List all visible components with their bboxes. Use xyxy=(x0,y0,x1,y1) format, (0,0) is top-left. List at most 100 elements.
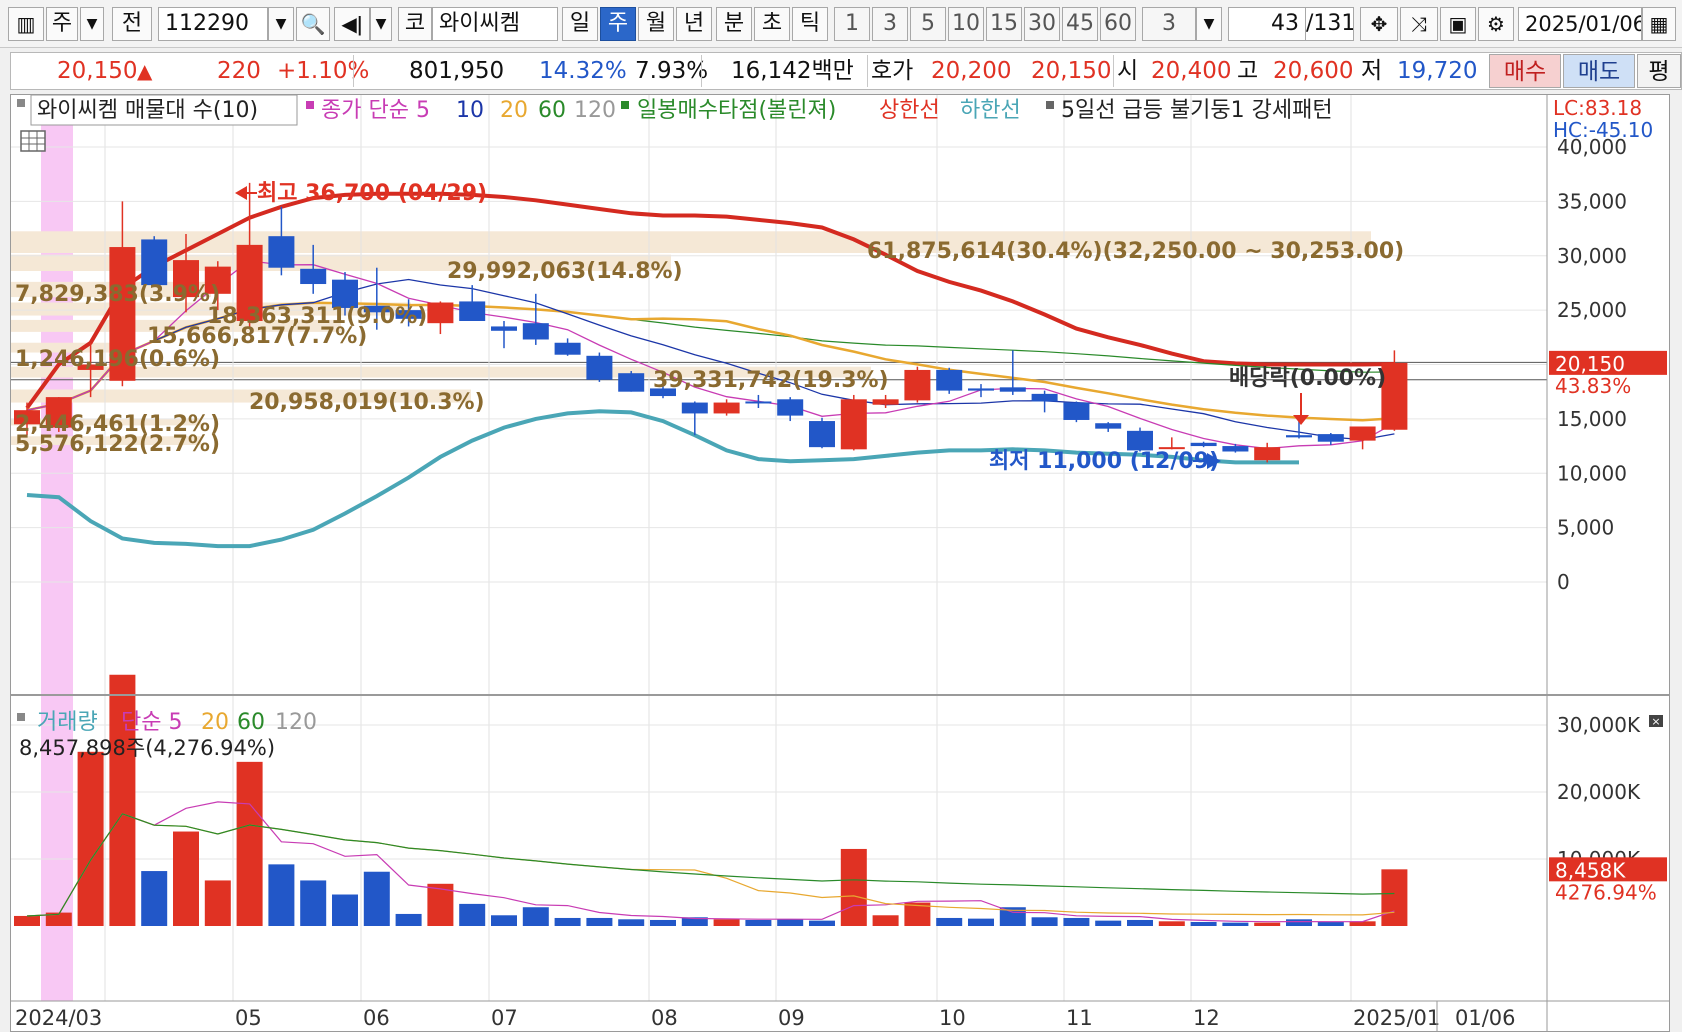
volume-bar[interactable] xyxy=(300,880,327,926)
volume-bar[interactable] xyxy=(1286,919,1312,926)
candle[interactable] xyxy=(1286,435,1312,438)
candle[interactable] xyxy=(840,399,867,450)
volume-bar[interactable] xyxy=(650,919,676,926)
page-current-field[interactable]: 43 xyxy=(1228,7,1306,41)
candle[interactable] xyxy=(268,236,295,268)
volume-bar[interactable] xyxy=(745,919,772,926)
volume-bar[interactable] xyxy=(968,918,994,926)
tab-month[interactable]: 월 xyxy=(638,7,674,41)
speaker-dropdown-icon[interactable]: ▼ xyxy=(370,7,392,41)
candle[interactable] xyxy=(1349,426,1376,441)
candle[interactable] xyxy=(1190,442,1217,447)
volume-bar[interactable] xyxy=(1095,920,1122,926)
interval-button[interactable]: 5 xyxy=(910,7,946,41)
volume-bar[interactable] xyxy=(1222,922,1249,926)
volume-bar[interactable] xyxy=(522,907,549,926)
candle[interactable] xyxy=(141,239,168,286)
candle[interactable] xyxy=(809,421,835,448)
tab-minute[interactable]: 분 xyxy=(716,7,752,41)
volume-bar[interactable] xyxy=(141,871,168,926)
candle[interactable] xyxy=(586,355,613,380)
volume-bar[interactable] xyxy=(1317,921,1344,926)
volume-bar[interactable] xyxy=(1190,921,1217,926)
volume-bar[interactable] xyxy=(618,919,645,926)
candle[interactable] xyxy=(1254,447,1281,461)
candle[interactable] xyxy=(999,387,1026,392)
volume-bar[interactable] xyxy=(586,917,613,926)
date-field[interactable]: 2025/01/06 xyxy=(1518,7,1642,41)
candle[interactable] xyxy=(1031,393,1058,402)
stock-code-input[interactable]: 112290 xyxy=(158,7,268,41)
tab-day[interactable]: 일 xyxy=(562,7,598,41)
tab-second[interactable]: 초 xyxy=(754,7,790,41)
candle[interactable] xyxy=(554,342,581,355)
crosshair-icon[interactable]: ✥ xyxy=(1360,7,1398,41)
volume-bar[interactable] xyxy=(491,915,517,926)
chevron-down-icon[interactable]: ▼ xyxy=(80,7,104,41)
candle[interactable] xyxy=(872,399,899,405)
prefix-button[interactable]: 전 xyxy=(112,7,152,41)
candle[interactable] xyxy=(936,369,963,391)
interval-button[interactable]: 1 xyxy=(834,7,870,41)
interval-button[interactable]: 30 xyxy=(1024,7,1060,41)
chart-type-select[interactable]: 주 xyxy=(46,7,78,41)
candle[interactable] xyxy=(300,268,327,285)
volume-bar[interactable] xyxy=(713,919,740,926)
volume-bar[interactable] xyxy=(936,917,963,926)
search-icon[interactable]: 🔍 xyxy=(296,7,330,41)
speaker-icon[interactable]: ◀ǀ xyxy=(334,7,370,41)
table-icon[interactable] xyxy=(20,130,46,152)
interval-button[interactable]: 45 xyxy=(1062,7,1098,41)
interval-button[interactable]: 10 xyxy=(948,7,984,41)
multiplier-dropdown-icon[interactable]: ▼ xyxy=(1196,7,1222,41)
volume-bar[interactable] xyxy=(1063,917,1090,926)
volume-bar[interactable] xyxy=(777,919,804,926)
buy-button[interactable]: 매수 xyxy=(1489,54,1561,88)
volume-bar[interactable] xyxy=(332,894,358,926)
candle[interactable] xyxy=(1222,446,1249,452)
candle[interactable] xyxy=(713,402,740,414)
gear-icon[interactable]: ⚙ xyxy=(1478,7,1514,41)
candle[interactable] xyxy=(1063,402,1090,420)
candle[interactable] xyxy=(522,323,549,340)
candle[interactable] xyxy=(427,302,454,324)
volume-bar[interactable] xyxy=(872,915,899,926)
volume-bar[interactable] xyxy=(1254,922,1281,926)
stock-chart[interactable]: 와이씨켐 매물대 수(10) 종가 단순 5 10 20 60 120 일봉매수… xyxy=(10,94,1670,1032)
volume-bar[interactable] xyxy=(1158,921,1185,926)
candle[interactable] xyxy=(968,388,994,391)
volume-bar[interactable] xyxy=(77,751,104,926)
layout-icon[interactable]: ▥ xyxy=(8,7,44,41)
eval-button[interactable]: 평 xyxy=(1637,54,1681,88)
tab-week[interactable]: 주 xyxy=(600,7,636,41)
candle[interactable] xyxy=(745,401,772,404)
volume-bar[interactable] xyxy=(554,917,581,926)
sell-button[interactable]: 매도 xyxy=(1563,54,1635,88)
candle[interactable] xyxy=(1095,423,1122,429)
volume-bar[interactable] xyxy=(173,831,199,926)
volume-bar[interactable] xyxy=(204,880,231,926)
volume-bar[interactable] xyxy=(840,848,867,926)
calendar-icon[interactable]: ▦ xyxy=(1642,7,1676,41)
volume-bar[interactable] xyxy=(14,915,40,926)
volume-bar[interactable] xyxy=(809,920,835,926)
candle[interactable] xyxy=(904,369,931,401)
candle[interactable] xyxy=(1317,434,1344,442)
volume-bar[interactable] xyxy=(1127,919,1153,926)
trend-tool-icon[interactable]: ⤨ xyxy=(1400,7,1438,41)
candle[interactable] xyxy=(618,373,645,392)
volume-bar[interactable] xyxy=(395,913,422,926)
volume-bar[interactable] xyxy=(1031,917,1058,926)
volume-bar[interactable] xyxy=(363,871,390,926)
tab-year[interactable]: 년 xyxy=(676,7,712,41)
candle[interactable] xyxy=(459,301,486,321)
interval-button[interactable]: 60 xyxy=(1100,7,1136,41)
candle[interactable] xyxy=(1127,430,1153,451)
volume-bar[interactable] xyxy=(268,864,295,926)
save-icon[interactable]: ▣ xyxy=(1440,7,1476,41)
tab-tick[interactable]: 틱 xyxy=(792,7,828,41)
code-dropdown-icon[interactable]: ▼ xyxy=(268,7,294,41)
volume-bar[interactable] xyxy=(459,903,486,926)
multiplier-input[interactable]: 3 xyxy=(1142,7,1196,41)
volume-bar[interactable] xyxy=(1381,869,1408,926)
